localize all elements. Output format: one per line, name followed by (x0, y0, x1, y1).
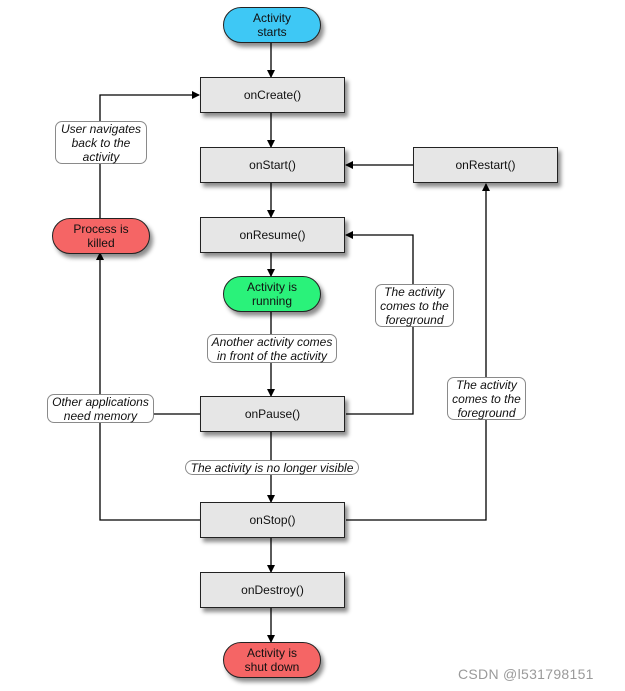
foreground-resume-label: The activity comes to the foreground (375, 284, 454, 327)
foreground-restart-label: The activity comes to the foreground (447, 377, 526, 420)
ondestroy-node: onDestroy() (200, 572, 345, 608)
onstart-node: onStart() (200, 147, 345, 183)
onrestart-node: onRestart() (413, 147, 558, 183)
no-longer-visible-label: The activity is no longer visible (185, 460, 359, 475)
no-longer-visible-text: The activity is no longer visible (190, 460, 354, 475)
onstop-text: onStop() (249, 513, 296, 527)
another-activity-label: Another activity comes in front of the a… (207, 334, 337, 363)
oncreate-text: onCreate() (243, 88, 302, 102)
foreground-resume-text: The activity comes to the foreground (380, 284, 449, 327)
onrestart-text: onRestart() (455, 158, 516, 172)
onpause-node: onPause() (200, 396, 345, 432)
edge-onpause-to-killed (96, 252, 200, 415)
onresume-text: onResume() (239, 228, 306, 242)
process-killed-node: Process is killed (52, 218, 150, 254)
activity-running-node: Activity is running (223, 276, 321, 312)
activity-shutdown-text: Activity is shut down (244, 646, 300, 674)
another-activity-text: Another activity comes in front of the a… (211, 334, 333, 363)
oncreate-node: onCreate() (200, 77, 345, 113)
activity-starts-text: Activity starts (252, 11, 291, 39)
user-navigates-text: User navigates back to the activity (60, 121, 142, 164)
activity-starts-node: Activity starts (223, 7, 321, 43)
onpause-text: onPause() (244, 407, 301, 421)
onresume-node: onResume() (200, 217, 345, 253)
user-navigates-label: User navigates back to the activity (55, 121, 147, 164)
activity-running-text: Activity is running (246, 280, 297, 308)
ondestroy-text: onDestroy() (241, 583, 304, 597)
other-applications-label: Other applications need memory (47, 394, 154, 423)
activity-shutdown-node: Activity is shut down (223, 642, 321, 678)
other-applications-text: Other applications need memory (52, 394, 149, 423)
onstop-node: onStop() (200, 502, 345, 538)
process-killed-text: Process is killed (73, 222, 129, 250)
foreground-restart-text: The activity comes to the foreground (452, 377, 521, 420)
watermark: CSDN @l531798151 (458, 666, 594, 682)
onstart-text: onStart() (249, 158, 296, 172)
